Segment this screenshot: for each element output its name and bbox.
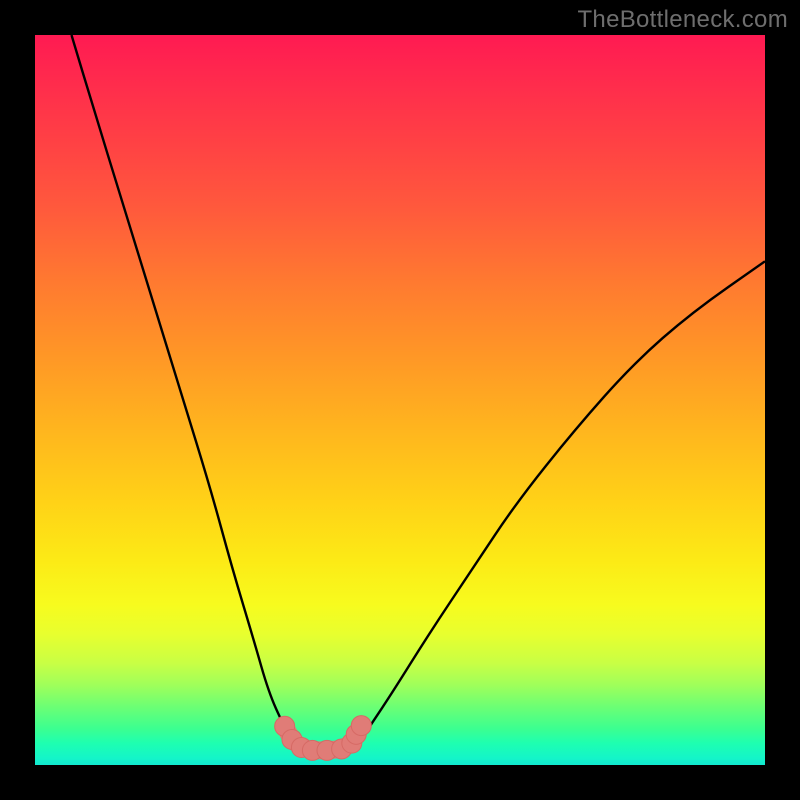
valley-markers [275, 716, 372, 761]
right-curve [356, 261, 765, 746]
plot-area [35, 35, 765, 765]
chart-frame: TheBottleneck.com [0, 0, 800, 800]
valley-marker [351, 716, 371, 736]
watermark-text: TheBottleneck.com [577, 6, 788, 34]
left-curve [72, 35, 302, 747]
curve-layer [35, 35, 765, 765]
